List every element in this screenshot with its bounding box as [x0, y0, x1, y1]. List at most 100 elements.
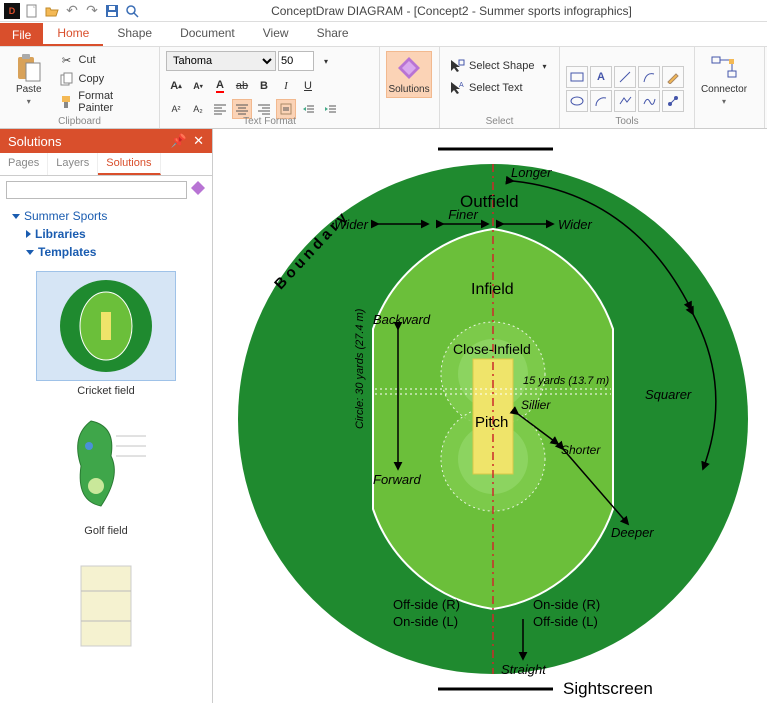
tool-node-icon[interactable] [662, 90, 684, 112]
pin-icon[interactable]: 📌 [171, 133, 187, 149]
side-panel-title: Solutions [8, 134, 61, 149]
diagram-cricket-field[interactable]: Longer Squarer Wider Finer Wider Backwar… [213, 129, 767, 703]
paste-button[interactable]: Paste ▾ [6, 51, 52, 109]
tool-line-icon[interactable] [614, 66, 636, 88]
paste-label: Paste [16, 84, 42, 95]
ribbon-tab-bar: File Home Shape Document View Share [0, 22, 767, 47]
select-text-button[interactable]: A Select Text [446, 79, 526, 97]
quick-access-toolbar: D ↶ ↷ [4, 3, 140, 19]
close-icon[interactable]: ✕ [193, 133, 204, 149]
clipboard-group-label: Clipboard [0, 116, 159, 127]
title-bar: D ↶ ↷ ConceptDraw DIAGRAM - [Concept2 - … [0, 0, 767, 22]
font-color-icon[interactable]: A [210, 76, 230, 96]
tree-label-summer: Summer Sports [24, 209, 107, 223]
tree-node-summer-sports[interactable]: Summer Sports [8, 207, 204, 225]
font-size-dropdown[interactable]: ▾ [316, 51, 336, 71]
svg-text:A: A [459, 82, 464, 89]
font-shrink-icon[interactable]: A▾ [188, 76, 208, 96]
strike-icon[interactable]: ab [232, 76, 252, 96]
tool-arc-icon[interactable] [590, 90, 612, 112]
chevron-right-icon [26, 230, 31, 238]
window-title: ConceptDraw DIAGRAM - [Concept2 - Summer… [140, 4, 763, 18]
label-off-l: Off-side (L) [533, 614, 598, 629]
label-wider-right: Wider [558, 217, 593, 232]
tab-document[interactable]: Document [166, 21, 249, 46]
label-sillier: Sillier [521, 398, 551, 412]
solutions-icon [395, 54, 423, 82]
label-circle-30: Circle: 30 yards (27.4 m) [354, 308, 366, 429]
canvas[interactable]: Longer Squarer Wider Finer Wider Backwar… [213, 129, 767, 703]
label-close-infield: Close-Infield [453, 341, 531, 357]
sptab-pages[interactable]: Pages [0, 153, 48, 175]
save-icon[interactable] [104, 3, 120, 19]
search-input[interactable] [6, 181, 187, 199]
cut-button[interactable]: ✂ Cut [56, 51, 154, 69]
side-panel-header: Solutions 📌 ✕ [0, 129, 212, 153]
redo-icon[interactable]: ↷ [84, 3, 100, 19]
chevron-down-icon: ▾ [542, 62, 546, 71]
solutions-small-icon[interactable] [190, 180, 206, 199]
copy-button[interactable]: Copy [56, 70, 154, 88]
label-deeper: Deeper [611, 525, 654, 540]
tree-label-libraries: Libraries [35, 227, 86, 241]
solutions-label: Solutions [388, 84, 429, 95]
ribbon-group-clipboard: Paste ▾ ✂ Cut Copy Form [0, 47, 160, 128]
underline-icon[interactable]: U [298, 76, 318, 96]
side-panel: Solutions 📌 ✕ Pages Layers Solutions Sum… [0, 129, 213, 703]
thumb-placeholder[interactable] [6, 551, 206, 661]
ribbon: Paste ▾ ✂ Cut Copy Form [0, 47, 767, 129]
tool-pencil-icon[interactable] [662, 66, 684, 88]
scissors-icon: ✂ [59, 52, 75, 68]
label-squarer: Squarer [645, 387, 692, 402]
tool-curve-icon[interactable] [638, 66, 660, 88]
tree-node-libraries[interactable]: Libraries [8, 225, 204, 243]
open-icon[interactable] [44, 3, 60, 19]
label-forward: Forward [373, 472, 421, 487]
sptab-solutions[interactable]: Solutions [98, 153, 160, 175]
bold-icon[interactable]: B [254, 76, 274, 96]
label-outfield: Outfield [460, 192, 519, 211]
find-icon[interactable] [124, 3, 140, 19]
label-on-l: On-side (L) [393, 614, 458, 629]
select-shape-button[interactable]: Select Shape ▾ [446, 57, 549, 75]
tool-ellipse-icon[interactable] [566, 90, 588, 112]
font-size-input[interactable] [278, 51, 314, 71]
side-panel-search-row [0, 176, 212, 203]
ribbon-group-solutions: Solutions [380, 47, 440, 128]
chevron-down-icon: ▾ [722, 97, 726, 106]
solutions-button[interactable]: Solutions [386, 51, 432, 98]
side-panel-tree: Summer Sports Libraries Templates [0, 203, 212, 265]
ribbon-group-tools: A Tools [560, 47, 695, 128]
tool-text-icon[interactable]: A [590, 66, 612, 88]
tab-home[interactable]: Home [43, 21, 103, 46]
tool-spline-icon[interactable] [638, 90, 660, 112]
select-text-label: Select Text [469, 82, 523, 94]
ribbon-group-connector: Connector ▾ [695, 47, 765, 128]
tool-polyline-icon[interactable] [614, 90, 636, 112]
template-thumbnails: Cricket field Golf field [0, 265, 212, 703]
thumb-golf-field[interactable]: Golf field [6, 411, 206, 537]
label-infield: Infield [471, 281, 514, 298]
cursor-shape-icon [449, 58, 465, 74]
app-icon[interactable]: D [4, 3, 20, 19]
connector-button[interactable]: Connector ▾ [701, 51, 747, 109]
tab-share[interactable]: Share [303, 21, 363, 46]
cut-label: Cut [79, 54, 96, 66]
undo-icon[interactable]: ↶ [64, 3, 80, 19]
tab-file[interactable]: File [0, 23, 43, 46]
new-doc-icon[interactable] [24, 3, 40, 19]
tree-node-templates[interactable]: Templates [8, 243, 204, 261]
format-painter-button[interactable]: Format Painter [56, 89, 154, 115]
tool-rect-icon[interactable] [566, 66, 588, 88]
font-select[interactable]: Tahoma [166, 51, 276, 71]
thumb-label-golf: Golf field [6, 525, 206, 537]
font-grow-icon[interactable]: A▴ [166, 76, 186, 96]
italic-icon[interactable]: I [276, 76, 296, 96]
tab-view[interactable]: View [249, 21, 303, 46]
label-backward: Backward [373, 312, 431, 327]
sptab-layers[interactable]: Layers [48, 153, 98, 175]
ribbon-group-select: Select Shape ▾ A Select Text Select [440, 47, 560, 128]
tab-shape[interactable]: Shape [103, 21, 166, 46]
cursor-text-icon: A [449, 80, 465, 96]
thumb-cricket-field[interactable]: Cricket field [6, 271, 206, 397]
